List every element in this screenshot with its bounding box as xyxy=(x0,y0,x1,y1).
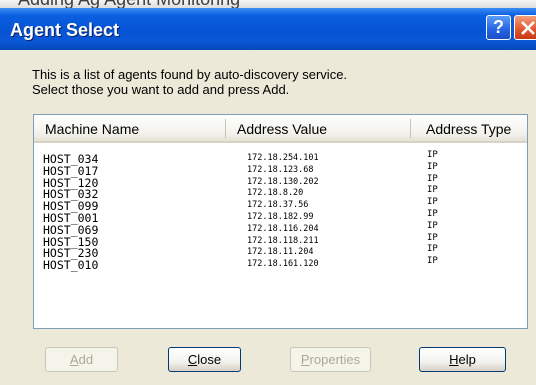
address-type-cell: IP xyxy=(427,244,438,255)
instructions-text: This is a list of agents found by auto-d… xyxy=(32,67,347,97)
address-value-cell: 172.18.123.68 xyxy=(247,164,314,175)
address-type-cell: IP xyxy=(427,256,438,267)
column-divider[interactable] xyxy=(410,119,411,138)
dialog-title: Agent Select xyxy=(10,20,120,40)
add-button-mnemonic: A xyxy=(69,352,79,367)
address-type-cell: IP xyxy=(427,232,438,243)
question-mark-icon: ? xyxy=(493,17,504,37)
address-value-cell: 172.18.118.211 xyxy=(247,235,319,246)
list-rows: HOST_034 172.18.254.101 IP HOST_017 172.18.1… xyxy=(34,150,527,273)
close-button[interactable]: Close xyxy=(168,347,241,372)
address-value-cell: 172.18.8.20 xyxy=(247,188,304,199)
help-button-mnemonic: H xyxy=(449,352,459,367)
titlebar-help-button[interactable]: ? xyxy=(486,15,511,40)
properties-button[interactable]: Properties xyxy=(290,347,371,372)
properties-button-mnemonic: P xyxy=(300,352,310,367)
address-type-cell: IP xyxy=(427,161,438,172)
list-row[interactable]: HOST_017 172.18.123.68 IP xyxy=(34,161,527,178)
title-bar[interactable]: Agent Select ? xyxy=(0,8,536,50)
address-value-cell: 172.18.254.101 xyxy=(247,153,319,163)
list-row[interactable]: HOST_001 172.18.182.99 IP xyxy=(34,208,527,224)
help-button[interactable]: Help xyxy=(419,347,506,372)
properties-button-label: roperties xyxy=(309,352,361,367)
list-row[interactable]: HOST_150 172.18.118.211 IP xyxy=(34,232,527,248)
address-value-cell: 172.18.130.202 xyxy=(247,176,319,187)
instructions-line-1: This is a list of agents found by auto-d… xyxy=(32,67,348,82)
column-header-address-value[interactable]: Address Value xyxy=(237,121,327,137)
list-row[interactable]: HOST_010 172.18.161.120 IP xyxy=(34,256,527,273)
agents-list-view[interactable]: Machine Name Address Value Address Type … xyxy=(33,114,528,329)
column-divider[interactable] xyxy=(225,119,226,138)
list-row[interactable]: HOST_069 172.18.116.204 IP xyxy=(34,220,527,237)
address-type-cell: IP xyxy=(427,220,438,231)
list-row[interactable]: HOST_120 172.18.130.202 IP xyxy=(34,173,527,189)
add-button-label: dd xyxy=(78,352,94,367)
address-value-cell: 172.18.37.56 xyxy=(247,200,309,211)
background-window-title: Adding Ag Agent Monitoring xyxy=(18,0,240,8)
address-value-cell: 172.18.182.99 xyxy=(247,211,314,222)
address-type-cell: IP xyxy=(427,208,438,219)
machine-name-cell: HOST_069 xyxy=(43,222,99,237)
address-value-cell: 172.18.116.204 xyxy=(247,223,319,234)
titlebar-close-button[interactable] xyxy=(514,15,536,40)
column-header-address-type[interactable]: Address Type xyxy=(426,121,511,137)
address-value-cell: 172.18.161.120 xyxy=(247,259,319,270)
list-header: Machine Name Address Value Address Type xyxy=(34,115,527,143)
column-header-machine-name[interactable]: Machine Name xyxy=(45,121,139,137)
instructions-line-2: Select those you want to add and press A… xyxy=(32,82,290,97)
address-type-cell: IP xyxy=(427,150,438,160)
close-button-mnemonic: C xyxy=(187,352,198,367)
machine-name-cell: HOST_010 xyxy=(43,258,99,273)
machine-name-cell: HOST_017 xyxy=(43,163,99,178)
address-value-cell: 172.18.11.204 xyxy=(247,247,314,258)
address-type-cell: IP xyxy=(427,197,438,208)
list-row[interactable]: HOST_230 172.18.11.204 IP xyxy=(34,244,527,259)
list-row[interactable]: HOST_032 172.18.8.20 IP xyxy=(34,185,527,200)
agent-select-dialog: Adding Ag Agent Monitoring Agent Select … xyxy=(0,0,536,385)
address-type-cell: IP xyxy=(427,185,438,196)
list-row[interactable]: HOST_034 172.18.254.101 IP xyxy=(34,150,527,165)
help-button-label: elp xyxy=(458,352,476,367)
address-type-cell: IP xyxy=(427,173,438,184)
list-row[interactable]: HOST_099 172.18.37.56 IP xyxy=(34,197,527,212)
background-window-strip: Adding Ag Agent Monitoring xyxy=(0,0,536,8)
add-button[interactable]: Add xyxy=(45,347,118,372)
close-button-label: lose xyxy=(197,352,222,367)
close-x-icon xyxy=(521,21,535,35)
